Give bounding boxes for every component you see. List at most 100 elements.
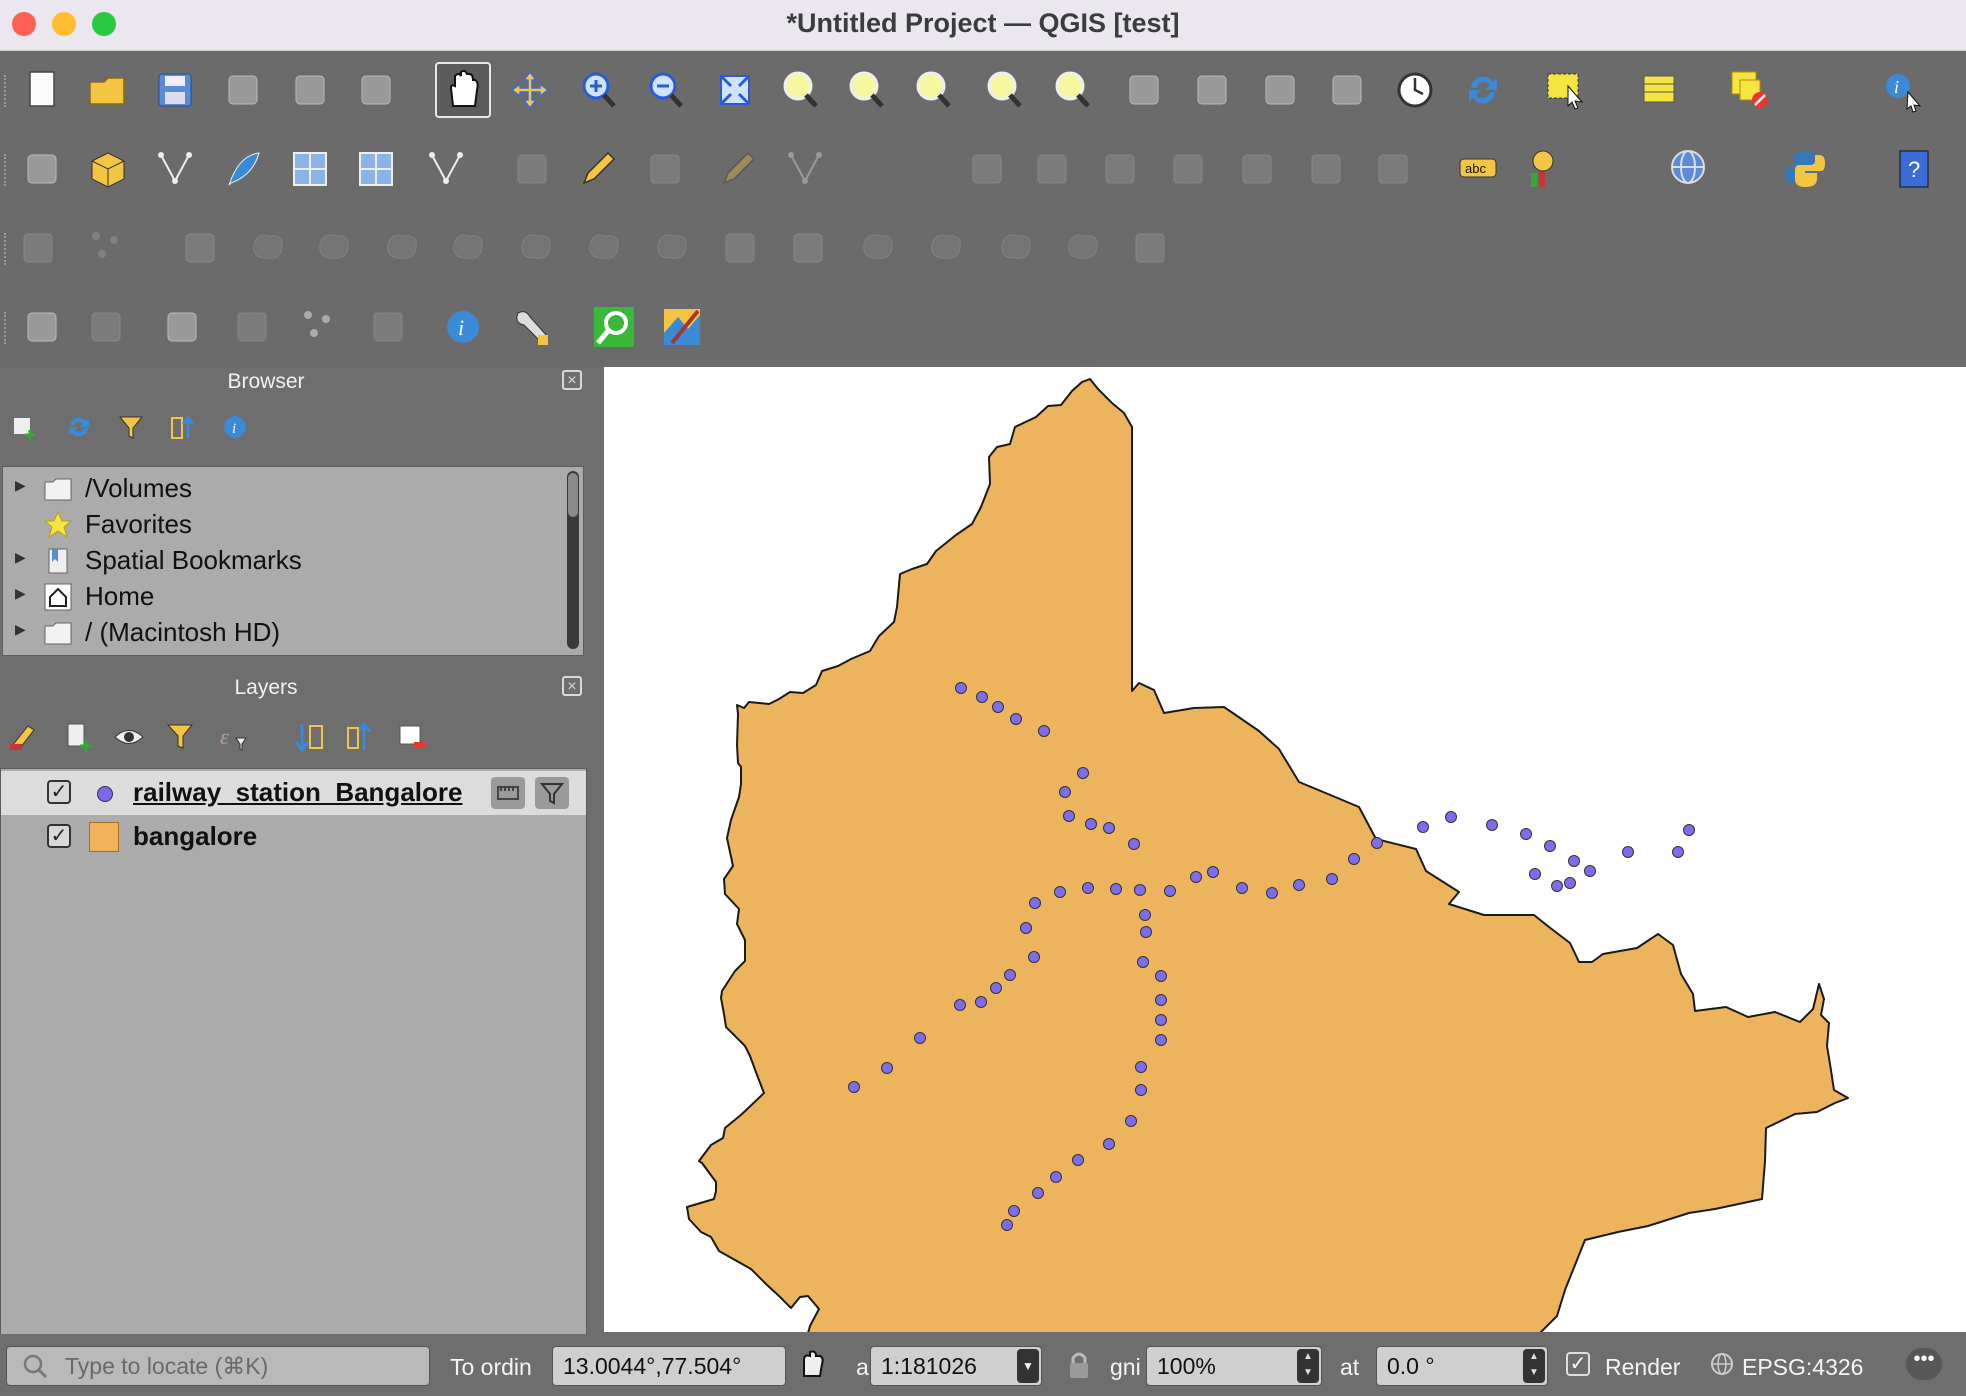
railway-station-point[interactable] — [1155, 1014, 1167, 1026]
scale-field[interactable]: 1:181026 ▼ — [870, 1346, 1042, 1386]
modify-attributes-icon[interactable] — [959, 141, 1015, 197]
railway-station-point[interactable] — [1551, 880, 1563, 892]
magnifier-field[interactable]: 100% ▲ ▼ — [1146, 1346, 1322, 1386]
railway-station-point[interactable] — [1520, 828, 1532, 840]
railway-station-point[interactable] — [1103, 1138, 1115, 1150]
railway-station-point[interactable] — [1054, 886, 1066, 898]
node-tool-icon[interactable] — [360, 299, 416, 355]
railway-station-point[interactable] — [955, 682, 967, 694]
style-manager-icon[interactable] — [282, 62, 338, 118]
railway-station-point[interactable] — [1082, 882, 1094, 894]
map-svg[interactable] — [604, 367, 1966, 1396]
refresh-icon[interactable] — [1455, 62, 1511, 118]
new-print-layout-icon[interactable] — [215, 62, 271, 118]
railway-station-point[interactable] — [1128, 838, 1140, 850]
railway-station-point[interactable] — [881, 1062, 893, 1074]
railway-station-point[interactable] — [1008, 1205, 1020, 1217]
diagram-icon[interactable] — [1519, 141, 1575, 197]
expand-arrow-icon[interactable]: ▶ — [15, 477, 26, 494]
railway-station-point[interactable] — [1266, 887, 1278, 899]
new-3d-map-view-icon[interactable] — [1184, 62, 1240, 118]
railway-station-point[interactable] — [1001, 1219, 1013, 1231]
pan-to-selection-icon[interactable] — [502, 62, 558, 118]
redo-icon[interactable] — [1365, 141, 1421, 197]
split-parts-icon[interactable] — [918, 220, 974, 276]
railway-station-point[interactable] — [1622, 846, 1634, 858]
railway-station-point[interactable] — [1134, 884, 1146, 896]
browser-add-selected-layers-icon[interactable] — [10, 412, 40, 442]
help-icon[interactable]: ? — [1886, 141, 1942, 197]
magnifier-spinner[interactable]: ▲ ▼ — [1297, 1349, 1319, 1383]
gps-icon[interactable] — [154, 299, 210, 355]
offset-curve-icon[interactable] — [712, 220, 768, 276]
new-mesh-layer-icon[interactable] — [348, 141, 404, 197]
save-edits-icon[interactable] — [637, 141, 693, 197]
railway-station-point[interactable] — [1077, 767, 1089, 779]
railway-station-point[interactable] — [1032, 1187, 1044, 1199]
rotate-feature-icon[interactable] — [172, 220, 228, 276]
railway-station-point[interactable] — [1529, 868, 1541, 880]
map-canvas[interactable] — [604, 367, 1966, 1396]
browser-item[interactable]: ▶ Spatial Bookmarks — [3, 543, 563, 579]
railway-station-point[interactable] — [1135, 1061, 1147, 1073]
railway-station-point[interactable] — [1125, 1115, 1137, 1127]
railway-station-point[interactable] — [1038, 725, 1050, 737]
new-temporary-scratch-layer-icon[interactable] — [418, 141, 474, 197]
new-shapefile-layer-icon[interactable] — [147, 141, 203, 197]
new-project-icon[interactable] — [14, 62, 70, 118]
browser-filter-icon[interactable] — [116, 412, 146, 442]
railway-station-point[interactable] — [1672, 846, 1684, 858]
add-ring-icon[interactable] — [306, 220, 362, 276]
layer-visibility-checkbox[interactable]: ✓ — [47, 824, 71, 848]
show-bookmarks-icon[interactable] — [1319, 62, 1375, 118]
zoom-next-icon[interactable] — [1044, 62, 1100, 118]
locator-search-icon[interactable] — [586, 299, 642, 355]
toggle-extents-mouse-icon[interactable] — [796, 1348, 828, 1382]
railway-station-point[interactable] — [1063, 810, 1075, 822]
select-features-icon[interactable] — [1538, 62, 1594, 118]
browser-item[interactable]: ▶ /Volumes — [3, 471, 563, 507]
railway-station-point[interactable] — [1155, 994, 1167, 1006]
delete-selected-icon[interactable] — [1024, 141, 1080, 197]
map-tips-icon[interactable] — [14, 299, 70, 355]
railway-station-point[interactable] — [1050, 1171, 1062, 1183]
new-spatialite-layer-icon[interactable] — [215, 141, 271, 197]
layers-remove-layer-icon[interactable] — [396, 720, 430, 754]
railway-station-point[interactable] — [1326, 873, 1338, 885]
railway-station-point[interactable] — [1564, 877, 1576, 889]
railway-station-point[interactable] — [1137, 956, 1149, 968]
measure-icon[interactable] — [10, 220, 66, 276]
railway-station-point[interactable] — [1293, 879, 1305, 891]
layer-row[interactable]: ✓ bangalore — [1, 815, 586, 859]
railway-station-point[interactable] — [1190, 871, 1202, 883]
rotation-field[interactable]: 0.0 ° ▲ ▼ — [1376, 1346, 1548, 1386]
railway-station-point[interactable] — [1028, 951, 1040, 963]
open-attribute-table-icon[interactable] — [1632, 62, 1688, 118]
browser-properties-icon[interactable]: i — [220, 412, 250, 442]
layer-styling-icon[interactable] — [348, 62, 404, 118]
deselect-all-icon[interactable] — [1722, 62, 1778, 118]
current-edits-icon[interactable] — [504, 141, 560, 197]
railway-station-point[interactable] — [1207, 866, 1219, 878]
zoom-native-icon[interactable] — [905, 62, 961, 118]
fill-ring-icon[interactable] — [440, 220, 496, 276]
copy-features-icon[interactable] — [1160, 141, 1216, 197]
railway-station-point[interactable] — [1085, 818, 1097, 830]
merge-features-icon[interactable] — [988, 220, 1044, 276]
railway-station-point[interactable] — [1155, 970, 1167, 982]
railway-station-point[interactable] — [1236, 882, 1248, 894]
layer-row[interactable]: ✓ railway_station_Bangalore — [1, 771, 586, 815]
layers-filter-legend-icon[interactable] — [164, 720, 198, 754]
railway-station-point[interactable] — [1544, 840, 1556, 852]
lock-scale-icon[interactable] — [1066, 1348, 1092, 1382]
rotation-spinner[interactable]: ▲ ▼ — [1523, 1349, 1545, 1383]
pan-map-icon[interactable] — [435, 62, 491, 118]
browser-collapse-all-icon[interactable] — [168, 412, 198, 442]
label-tool-icon[interactable]: abc — [1450, 141, 1506, 197]
layers-expand-all-icon[interactable] — [292, 720, 326, 754]
coordinate-field[interactable]: 13.0044°,77.504° — [552, 1346, 786, 1386]
browser-scroll-thumb[interactable] — [568, 473, 578, 517]
railway-station-point[interactable] — [1139, 909, 1151, 921]
delete-part-icon[interactable] — [576, 220, 632, 276]
rotate-point-symbols-icon[interactable] — [1122, 220, 1178, 276]
